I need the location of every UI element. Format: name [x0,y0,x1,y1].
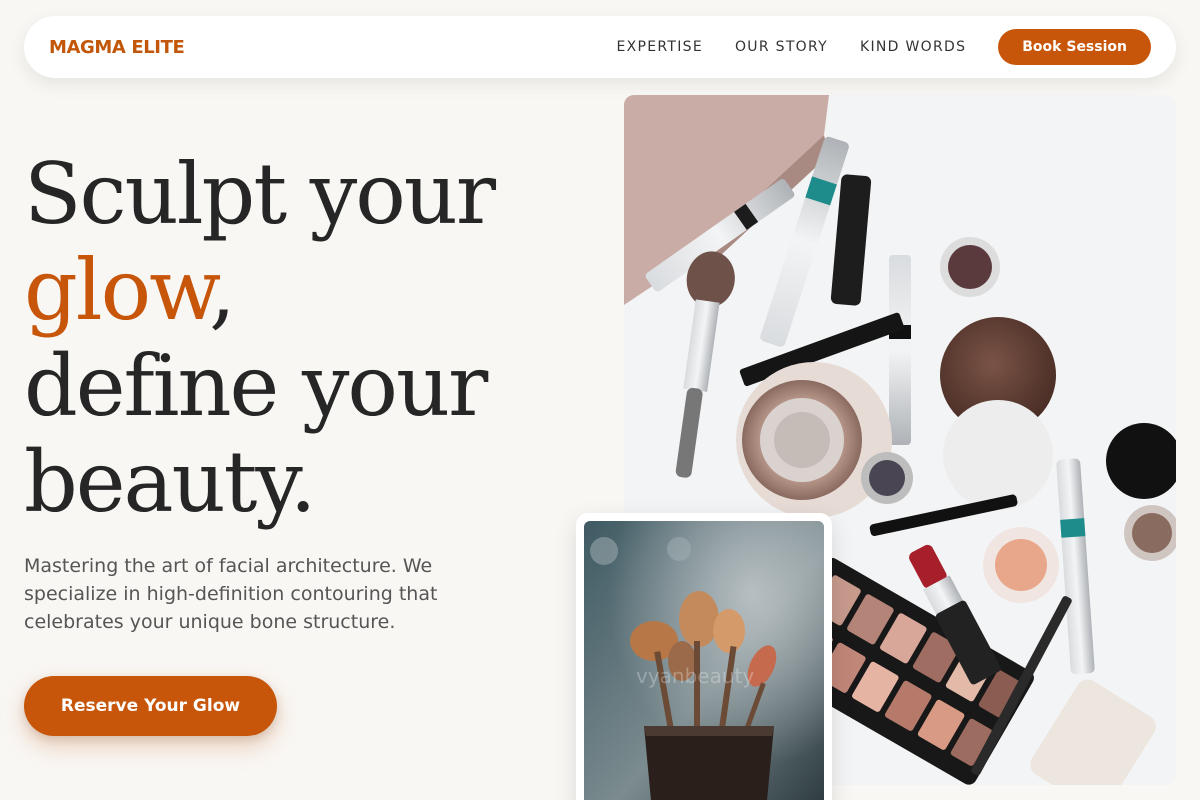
book-session-button[interactable]: Book Session [998,29,1151,65]
brand-logo[interactable]: MAGMA ELITE [49,37,185,58]
reserve-your-glow-button[interactable]: Reserve Your Glow [24,676,277,736]
headline-line-3: define your [24,337,488,435]
inset-watermark: vyanbeauty [636,664,754,688]
inset-image-frame: vyanbeauty [576,513,832,800]
headline-comma: , [209,241,236,339]
top-nav: MAGMA ELITE EXPERTISE OUR STORY KIND WOR… [24,16,1176,78]
nav-link-kind-words[interactable]: KIND WORDS [860,39,966,55]
makeup-brushes-image: vyanbeauty [584,521,824,800]
nav-links: EXPERTISE OUR STORY KIND WORDS Book Sess… [616,29,1151,65]
nav-link-our-story[interactable]: OUR STORY [735,39,828,55]
headline-line-4: beauty. [24,433,316,531]
headline-accent-word: glow [24,241,211,339]
hero-headline: Sculpt your glow, define your beauty. [24,146,584,530]
headline-line-1: Sculpt your [24,145,496,243]
hero-description: Mastering the art of facial architecture… [24,555,438,633]
nav-link-expertise[interactable]: EXPERTISE [616,39,703,55]
makeup-brushes-photo: vyanbeauty [584,521,824,800]
